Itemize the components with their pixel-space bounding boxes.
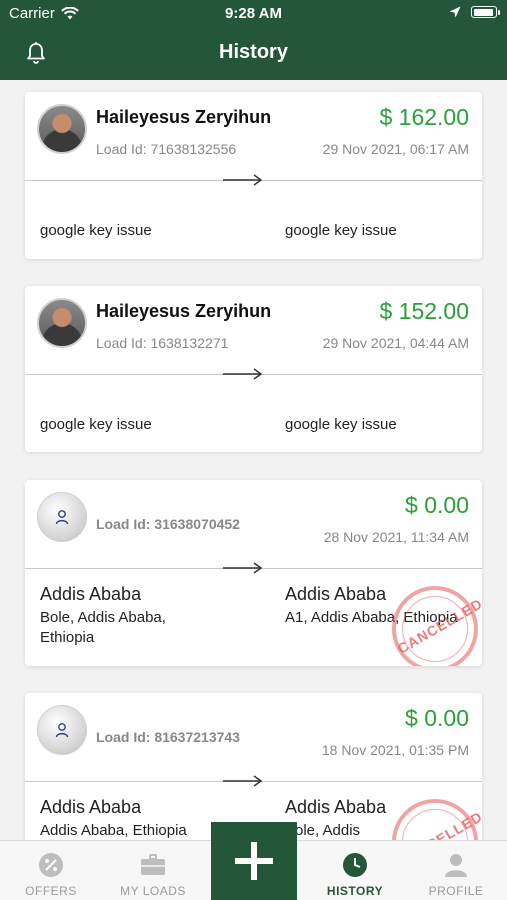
- pickup-city: Addis Ababa: [40, 797, 142, 817]
- pickup-address: Addis Ababa, Ethiopia: [40, 822, 187, 839]
- arrow-right-icon: [223, 562, 263, 574]
- person-placeholder-icon: [55, 723, 69, 738]
- tab-profile[interactable]: PROFILE: [406, 841, 506, 900]
- load-date: 29 Nov 2021, 04:44 AM: [322, 335, 469, 351]
- plus-icon: [235, 842, 273, 880]
- avatar: [37, 492, 87, 542]
- location-arrow-icon: [449, 6, 461, 18]
- history-card[interactable]: Load Id: 31638070452 $ 0.00 28 Nov 2021,…: [25, 480, 482, 666]
- nav-bar: History: [0, 28, 507, 80]
- person-placeholder-icon: [55, 510, 69, 525]
- dropoff-city: Addis Ababa: [285, 584, 387, 604]
- person-icon: [445, 854, 467, 877]
- history-card[interactable]: Load Id: 81637213743 $ 0.00 18 Nov 2021,…: [25, 693, 482, 840]
- arrow-right-icon: [223, 368, 263, 380]
- tab-label: OFFERS: [25, 884, 77, 898]
- load-id: Load Id: 81637213743: [96, 729, 240, 745]
- clock-time: 9:28 AM: [225, 5, 282, 22]
- tab-history[interactable]: HISTORY: [305, 841, 405, 900]
- load-price: $ 0.00: [405, 492, 469, 518]
- load-date: 28 Nov 2021, 11:34 AM: [323, 529, 469, 545]
- pickup-city: Addis Ababa: [40, 584, 142, 604]
- tab-offers[interactable]: OFFERS: [1, 841, 101, 900]
- pickup-address: Bole, Addis Ababa, Ethiopia: [40, 609, 166, 646]
- percent-icon: [39, 853, 63, 877]
- tab-label: HISTORY: [326, 884, 384, 898]
- dropoff-location: google key issue: [285, 416, 397, 433]
- load-price: $ 162.00: [379, 104, 469, 130]
- cancelled-stamp: CANCELLED: [392, 586, 482, 666]
- avatar: [37, 705, 87, 755]
- briefcase-icon: [141, 854, 165, 875]
- load-id: Load Id: 71638132556: [96, 141, 237, 157]
- arrow-right-icon: [223, 174, 263, 186]
- battery-icon: [471, 6, 500, 18]
- cancelled-stamp: CANCELLED: [392, 799, 482, 840]
- clock-icon: [343, 853, 367, 877]
- stamp-label: CANCELLED: [394, 808, 482, 840]
- add-load-button[interactable]: [211, 822, 297, 900]
- load-date: 29 Nov 2021, 06:17 AM: [322, 141, 469, 157]
- dropoff-location: google key issue: [285, 222, 397, 239]
- tab-label: MY LOADS: [120, 884, 186, 898]
- page-title: History: [219, 41, 288, 63]
- load-id: Load Id: 1638132271: [96, 335, 229, 351]
- tab-label: PROFILE: [428, 884, 484, 898]
- driver-avatar: [37, 104, 87, 154]
- tab-my-loads[interactable]: MY LOADS: [103, 841, 203, 900]
- history-card[interactable]: Haileyesus Zeryihun Load Id: 1638132271 …: [25, 286, 482, 452]
- history-card[interactable]: Haileyesus Zeryihun Load Id: 71638132556…: [25, 92, 482, 259]
- load-id: Load Id: 31638070452: [96, 516, 240, 532]
- dropoff-city: Addis Ababa: [285, 797, 387, 817]
- arrow-right-icon: [223, 775, 263, 787]
- load-date: 18 Nov 2021, 01:35 PM: [321, 742, 469, 758]
- history-list[interactable]: Haileyesus Zeryihun Load Id: 71638132556…: [0, 80, 507, 840]
- load-price: $ 152.00: [379, 298, 469, 324]
- driver-name: Haileyesus Zeryihun: [96, 107, 272, 127]
- driver-name: Haileyesus Zeryihun: [96, 301, 272, 321]
- load-price: $ 0.00: [405, 705, 469, 731]
- driver-avatar: [37, 298, 87, 348]
- pickup-location: google key issue: [40, 416, 152, 433]
- status-bar: Carrier 9:28 AM: [0, 0, 507, 28]
- pickup-location: google key issue: [40, 222, 152, 239]
- stamp-label: CANCELLED: [394, 595, 482, 657]
